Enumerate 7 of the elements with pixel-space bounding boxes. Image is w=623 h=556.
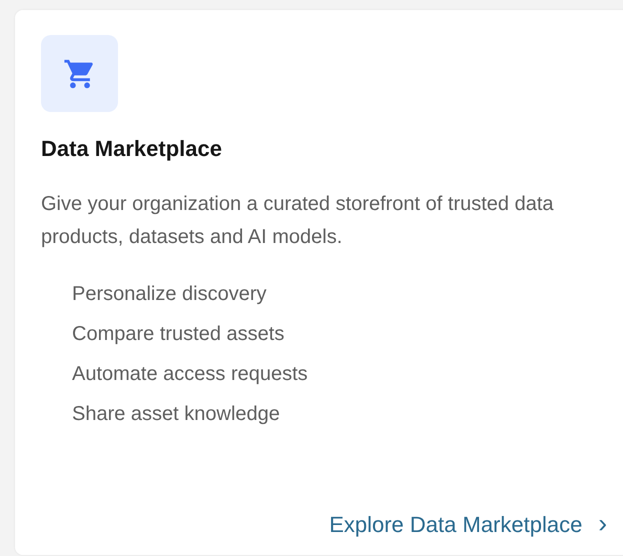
explore-link[interactable]: Explore Data Marketplace › xyxy=(329,508,607,539)
feature-item: Share asset knowledge xyxy=(72,402,281,427)
card-description: Give your organization a curated storefront of trusted data products, datasets and AI models. xyxy=(41,192,555,250)
feature-item: Compare trusted assets xyxy=(72,322,286,347)
feature-item: Personalize discovery xyxy=(72,282,268,307)
card-title: Data Marketplace xyxy=(41,136,223,162)
feature-item: Automate access requests xyxy=(72,362,309,387)
